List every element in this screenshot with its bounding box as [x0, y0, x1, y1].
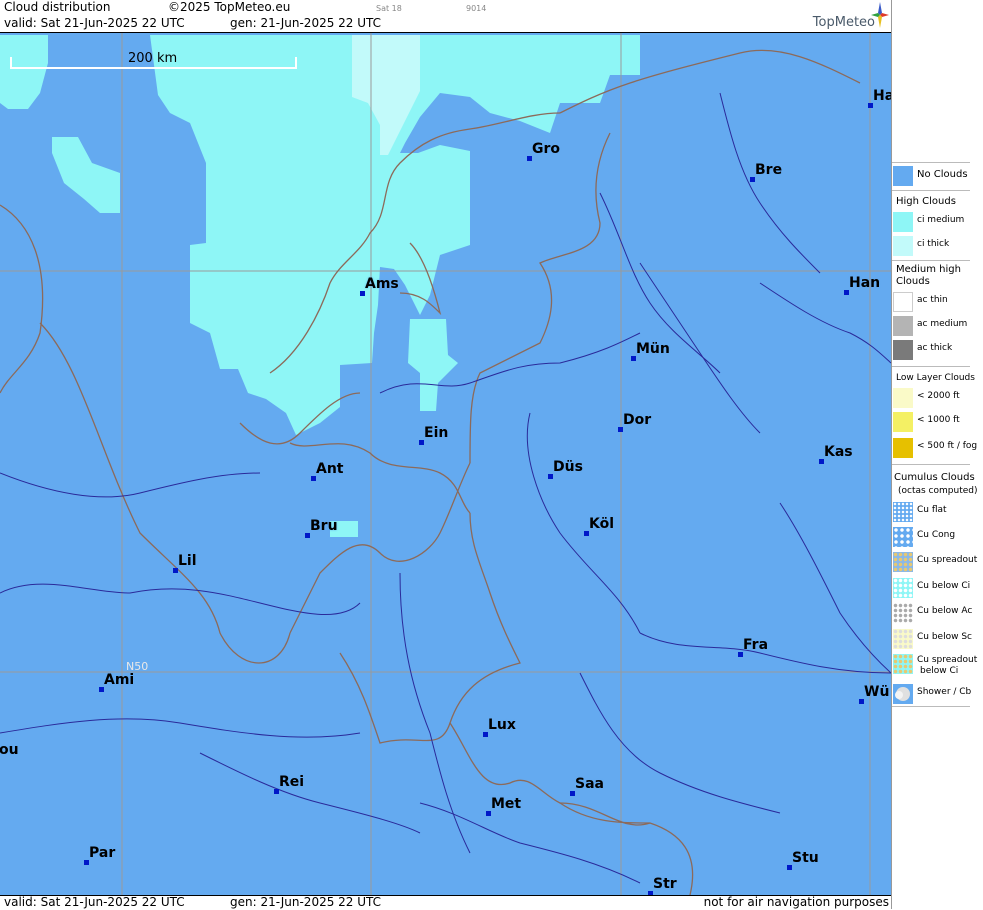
legend-divider: [892, 706, 970, 707]
swatch: [893, 527, 913, 547]
legend-no-clouds: No Clouds: [892, 166, 972, 188]
legend-ac-thin: ac thin: [892, 292, 972, 314]
topmeteo-logo-text: TopMeteo: [812, 15, 875, 30]
legend-low-500: < 500 ft / fog: [892, 438, 977, 460]
legend-cu-below-ci: Cu below Ci: [892, 578, 972, 600]
map-title: Cloud distribution: [4, 0, 111, 14]
legend-ci-medium: ci medium: [892, 212, 972, 234]
swatch: [893, 340, 913, 360]
footer-valid-time: valid: Sat 21-Jun-2025 22 UTC: [4, 895, 185, 909]
legend-cu-cong: Cu Cong: [892, 527, 972, 549]
legend-low-heading: Low Layer Clouds: [896, 373, 975, 383]
legend-divider: [892, 260, 970, 261]
generated-time: gen: 21-Jun-2025 22 UTC: [230, 16, 382, 30]
legend-divider: [892, 190, 970, 191]
swatch: [893, 552, 913, 572]
swatch: [893, 292, 913, 312]
legend-divider: [892, 464, 970, 465]
footer-bar: valid: Sat 21-Jun-2025 22 UTC gen: 21-Ju…: [0, 895, 891, 910]
cloud-map[interactable]: 200 km N50 Ha Gro Bre Ams Han Mün Dor Ei…: [0, 33, 891, 895]
swatch: [893, 684, 913, 704]
swatch: [893, 166, 913, 186]
legend-ac-medium: ac medium: [892, 316, 972, 338]
map-code: 9014: [466, 4, 487, 13]
legend-cu-below-sc: Cu below Sc: [892, 629, 972, 651]
swatch: [893, 388, 913, 408]
legend-cu-spread-below-ci: Cu spreadout below Ci: [892, 654, 977, 680]
swatch: [893, 578, 913, 598]
legend-cu-heading: Cumulus Clouds: [894, 472, 975, 483]
legend-medium-heading: Medium high Clouds: [896, 264, 961, 287]
legend-panel: No Clouds High Clouds ci medium ci thick…: [891, 0, 983, 909]
valid-time: valid: Sat 21-Jun-2025 22 UTC: [4, 16, 185, 30]
legend-shower-cb: Shower / Cb: [892, 684, 972, 706]
compass-logo-icon: [871, 2, 889, 28]
legend-high-heading: High Clouds: [896, 196, 956, 207]
swatch: [893, 236, 913, 256]
footer-generated-time: gen: 21-Jun-2025 22 UTC: [230, 895, 382, 909]
legend-cu-spreadout: Cu spreadout: [892, 552, 977, 574]
legend-divider: [892, 162, 970, 163]
legend-cu-below-ac: Cu below Ac: [892, 603, 972, 625]
legend-low-1000: < 1000 ft: [892, 412, 972, 434]
legend-divider: [892, 366, 970, 367]
shower-cloud-icon: [895, 687, 910, 701]
run-tag: Sat 18: [376, 4, 402, 13]
swatch: [893, 603, 913, 623]
footer-notice: not for air navigation purposes: [703, 895, 889, 909]
legend-ci-thick: ci thick: [892, 236, 972, 258]
swatch: [893, 316, 913, 336]
legend-cu-subheading: (octas computed): [898, 486, 978, 496]
header-bar: Cloud distribution ©2025 TopMeteo.eu Sat…: [0, 0, 891, 33]
legend-cu-flat: Cu flat: [892, 502, 972, 524]
swatch: [893, 654, 913, 674]
legend-ac-thick: ac thick: [892, 340, 972, 362]
scale-bar-label: 200 km: [128, 51, 178, 66]
swatch: [893, 212, 913, 232]
swatch: [893, 412, 913, 432]
swatch: [893, 629, 913, 649]
swatch: [893, 502, 913, 522]
legend-low-2000: < 2000 ft: [892, 388, 972, 410]
copyright: ©2025 TopMeteo.eu: [168, 0, 291, 14]
swatch: [893, 438, 913, 458]
